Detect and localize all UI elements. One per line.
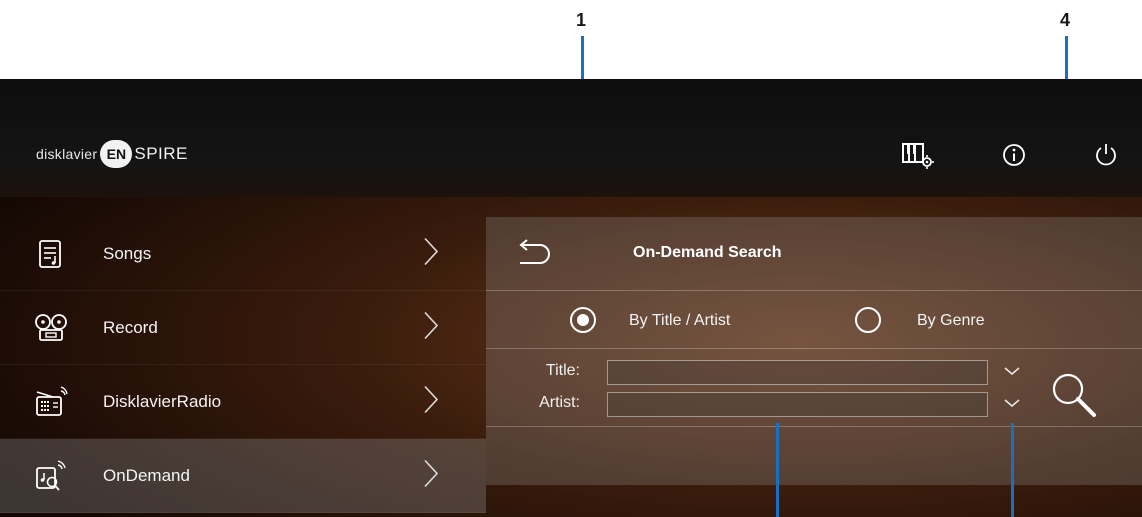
title-field-label: Title: bbox=[545, 362, 580, 379]
menu-label-ondemand: OnDemand bbox=[103, 465, 190, 485]
callout-3-line bbox=[1011, 423, 1014, 517]
chevron-right-icon bbox=[423, 236, 439, 271]
menu-item-ondemand[interactable]: OnDemand bbox=[0, 439, 486, 513]
piano-settings-icon[interactable] bbox=[900, 137, 936, 173]
panel-title: On-Demand Search bbox=[633, 244, 782, 261]
callout-2-line bbox=[776, 423, 779, 517]
callout-1-label: 1 bbox=[576, 10, 587, 30]
menu-label-record: Record bbox=[103, 317, 158, 337]
back-button[interactable] bbox=[514, 235, 554, 273]
radio-label-by-title-artist: By Title / Artist bbox=[629, 312, 731, 329]
enspire-screen: disklavier EN SPIRE Songs Record Disklav… bbox=[0, 79, 1142, 517]
app-header: disklavier EN SPIRE bbox=[0, 79, 1142, 197]
radio-by-genre[interactable] bbox=[855, 307, 881, 333]
search-mode-row: By Title / Artist By Genre bbox=[486, 291, 1142, 349]
radio-icon bbox=[34, 385, 68, 419]
ondemand-search-panel: On-Demand Search By Title / Artist By Ge… bbox=[486, 217, 1142, 485]
chevron-down-icon bbox=[1004, 399, 1020, 407]
ondemand-icon bbox=[34, 459, 68, 493]
record-icon bbox=[34, 311, 68, 345]
main-menu: Songs Record DisklavierRadio OnDemand bbox=[0, 217, 486, 517]
panel-header: On-Demand Search bbox=[486, 217, 1142, 291]
search-button[interactable] bbox=[1049, 370, 1101, 422]
menu-item-record[interactable]: Record bbox=[0, 291, 486, 365]
artist-dropdown-button[interactable] bbox=[999, 392, 1025, 414]
chevron-right-icon bbox=[423, 384, 439, 419]
chevron-right-icon bbox=[423, 458, 439, 493]
menu-label-disklavierradio: DisklavierRadio bbox=[103, 391, 222, 411]
artist-field[interactable] bbox=[607, 392, 988, 417]
disklavier-enspire-logo: disklavier EN SPIRE bbox=[36, 138, 188, 170]
artist-field-label: Artist: bbox=[539, 394, 580, 411]
title-field[interactable] bbox=[607, 360, 988, 385]
back-arrow-icon bbox=[519, 239, 550, 264]
info-icon[interactable] bbox=[996, 137, 1032, 173]
title-dropdown-button[interactable] bbox=[999, 360, 1025, 382]
songs-icon bbox=[34, 237, 68, 271]
menu-label-songs: Songs bbox=[103, 243, 152, 263]
search-icon bbox=[1052, 373, 1096, 417]
chevron-down-icon bbox=[1004, 367, 1020, 375]
menu-item-disklavierradio[interactable]: DisklavierRadio bbox=[0, 365, 486, 439]
chevron-right-icon bbox=[423, 310, 439, 345]
callout-4-label: 4 bbox=[1060, 10, 1071, 30]
radio-by-title-artist[interactable] bbox=[570, 307, 596, 333]
divider bbox=[486, 426, 1142, 427]
menu-item-songs[interactable]: Songs bbox=[0, 217, 486, 291]
radio-label-by-genre: By Genre bbox=[917, 312, 985, 329]
power-icon[interactable] bbox=[1088, 137, 1124, 173]
